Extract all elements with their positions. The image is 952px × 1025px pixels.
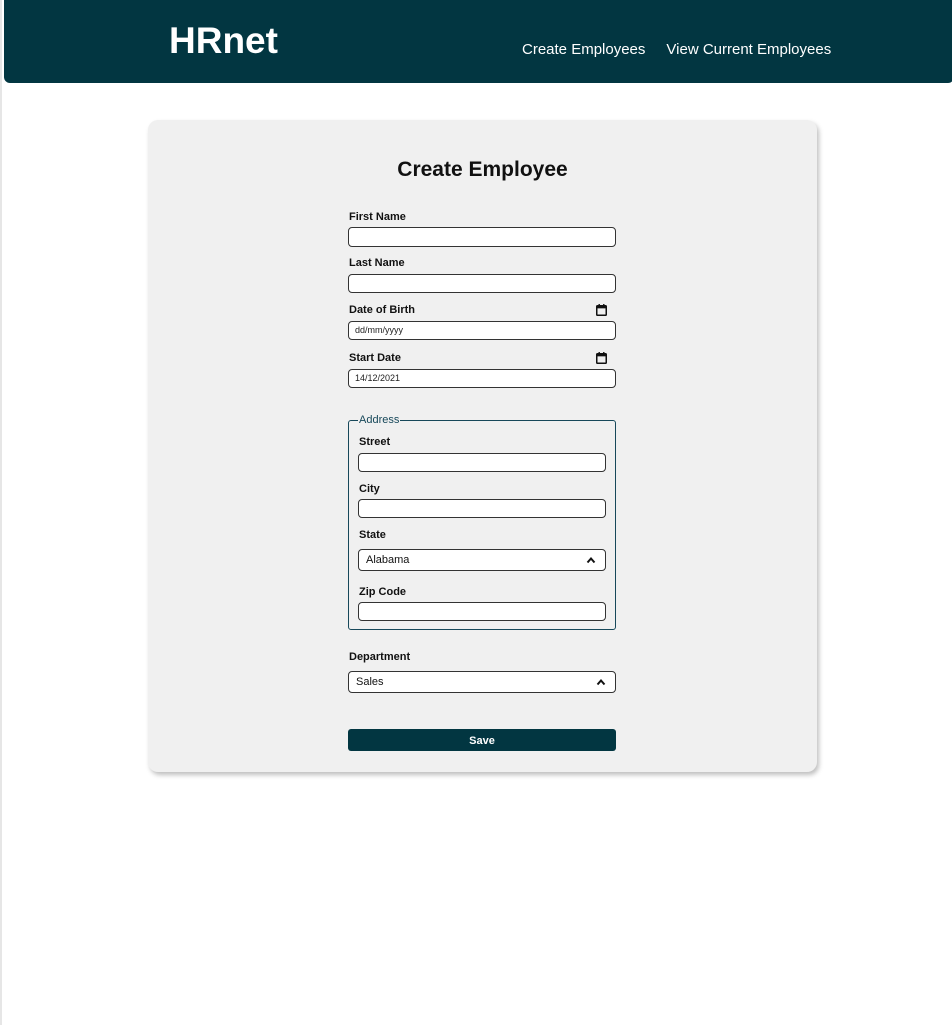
start-date-input[interactable]: 14/12/2021 — [348, 369, 616, 388]
state-label: State — [359, 529, 386, 541]
date-of-birth-label: Date of Birth — [349, 304, 415, 316]
state-selected-value: Alabama — [366, 554, 410, 566]
city-input[interactable] — [358, 499, 606, 518]
first-name-input[interactable] — [348, 227, 616, 247]
chevron-up-icon — [596, 678, 606, 686]
last-name-label: Last Name — [349, 257, 405, 269]
zip-code-input[interactable] — [358, 602, 606, 621]
top-header: HRnet Create Employees View Current Empl… — [4, 0, 952, 83]
start-date-label: Start Date — [349, 352, 401, 364]
street-input[interactable] — [358, 453, 606, 472]
last-name-input[interactable] — [348, 274, 616, 293]
nav-view-current-employees[interactable]: View Current Employees — [666, 41, 831, 58]
page-title: Create Employee — [397, 158, 568, 181]
calendar-icon[interactable] — [596, 304, 607, 316]
main-nav: Create Employees View Current Employees — [522, 41, 831, 58]
department-selected-value: Sales — [356, 676, 384, 688]
address-legend: Address — [359, 414, 400, 426]
street-label: Street — [359, 436, 391, 448]
save-button[interactable]: Save — [348, 729, 616, 751]
first-name-label: First Name — [349, 211, 406, 223]
department-select[interactable]: Sales — [348, 671, 616, 693]
nav-create-employees[interactable]: Create Employees — [522, 41, 645, 58]
city-label: City — [359, 483, 380, 495]
logo[interactable]: HRnet — [169, 20, 278, 62]
zip-code-label: Zip Code — [359, 586, 407, 598]
date-of-birth-input[interactable]: dd/mm/yyyy — [348, 321, 616, 340]
state-select[interactable]: Alabama — [358, 549, 606, 571]
create-employee-card: Create Employee First Name Last Name Dat… — [148, 120, 817, 772]
calendar-icon[interactable] — [596, 352, 607, 364]
chevron-up-icon — [586, 556, 596, 564]
department-label: Department — [349, 651, 411, 663]
